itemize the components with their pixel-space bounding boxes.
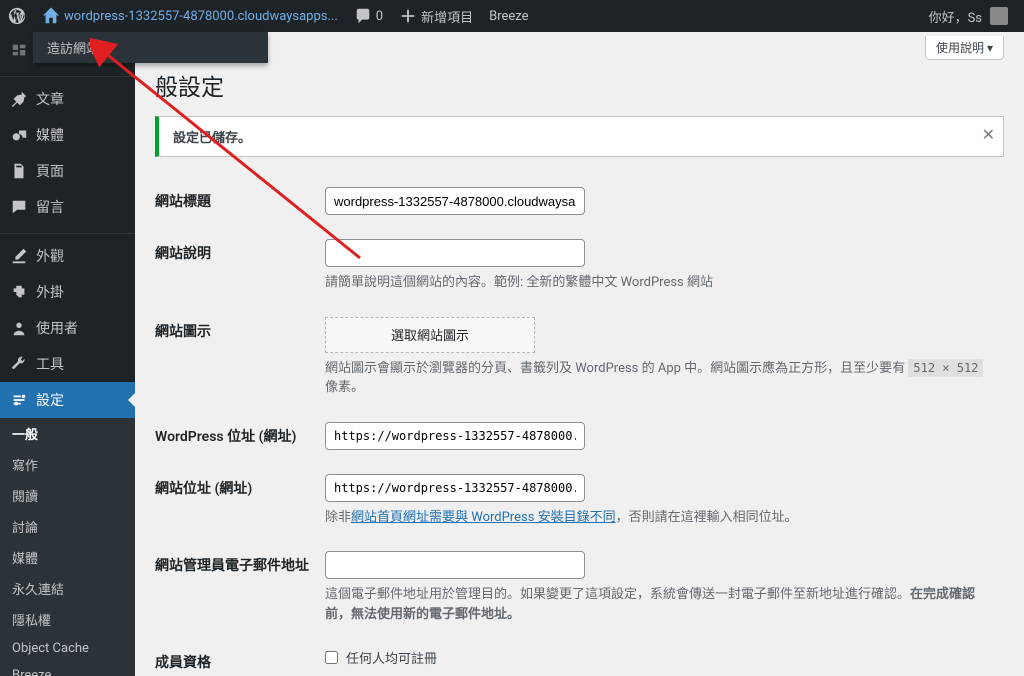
comment-icon — [10, 198, 28, 216]
breeze-menu[interactable]: Breeze — [481, 0, 536, 32]
visit-site-label: 造訪網站 — [47, 42, 99, 57]
menu-posts[interactable]: 文章 — [0, 81, 135, 117]
tagline-label: 網站說明 — [155, 227, 325, 305]
dashboard-icon — [10, 41, 28, 59]
submenu-reading[interactable]: 閱讀 — [0, 480, 135, 511]
submenu-media[interactable]: 媒體 — [0, 542, 135, 573]
plus-icon — [399, 7, 417, 25]
site-name-text: wordpress-1332557-4878000.cloudwaysapps.… — [64, 9, 338, 24]
submenu-privacy[interactable]: 隱私權 — [0, 604, 135, 635]
new-content-menu[interactable]: 新增項目 — [391, 0, 481, 32]
site-url-help-link[interactable]: 網站首頁網址需要與 WordPress 安裝目錄不同 — [351, 510, 616, 525]
greeting-text: 你好，Ss — [929, 7, 982, 26]
admin-email-label: 網站管理員電子郵件地址 — [155, 539, 325, 636]
settings-saved-notice: 設定已儲存。 ✕ — [155, 116, 1004, 157]
membership-checkbox[interactable] — [325, 651, 338, 664]
plugin-icon — [10, 283, 28, 301]
dismiss-notice-button[interactable]: ✕ — [982, 125, 995, 144]
site-icon-description: 網站圖示會顯示於瀏覽器的分頁、書籤列及 WordPress 的 App 中。網站… — [325, 359, 994, 398]
admin-email-description: 這個電子郵件地址用於管理目的。如果變更了這項設定，系統會傳送一封電子郵件至新地址… — [325, 585, 994, 624]
submenu-breeze[interactable]: Breeze — [0, 662, 135, 676]
membership-label: 成員資格 — [155, 636, 325, 676]
menu-settings[interactable]: 設定 — [0, 382, 135, 418]
admin-bar: wordpress-1332557-4878000.cloudwaysapps.… — [0, 0, 1024, 32]
wp-url-input[interactable] — [325, 422, 585, 450]
site-title-input[interactable] — [325, 187, 585, 215]
menu-plugins[interactable]: 外掛 — [0, 274, 135, 310]
comments-menu[interactable]: 0 — [346, 0, 391, 32]
home-icon — [42, 7, 60, 25]
new-content-label: 新增項目 — [421, 7, 473, 26]
site-url-input[interactable] — [325, 474, 585, 502]
pin-icon — [10, 90, 28, 108]
main-content: 使用說明 ▾ 般設定 設定已儲存。 ✕ 網站標題 網站說明 請簡單說明這個網站的… — [135, 32, 1024, 676]
site-name-menu[interactable]: wordpress-1332557-4878000.cloudwaysapps.… — [34, 0, 346, 32]
comments-count: 0 — [376, 9, 383, 24]
breeze-label: Breeze — [489, 9, 528, 24]
tagline-input[interactable] — [325, 239, 585, 267]
page-icon — [10, 162, 28, 180]
tagline-description: 請簡單說明這個網站的內容。範例: 全新的繁體中文 WordPress 網站 — [325, 273, 994, 293]
comment-icon — [354, 7, 372, 25]
help-tab[interactable]: 使用說明 ▾ — [925, 36, 1004, 60]
submenu-permalinks[interactable]: 永久連結 — [0, 573, 135, 604]
membership-check-label: 任何人均可註冊 — [346, 648, 437, 667]
site-icon-button[interactable]: 選取網站圖示 — [325, 317, 535, 353]
submenu-discussion[interactable]: 討論 — [0, 511, 135, 542]
site-url-label: 網站位址 (網址) — [155, 462, 325, 540]
wp-logo-menu[interactable] — [0, 0, 34, 32]
menu-tools[interactable]: 工具 — [0, 346, 135, 382]
submenu-object-cache[interactable]: Object Cache — [0, 635, 135, 662]
users-icon — [10, 319, 28, 337]
menu-users[interactable]: 使用者 — [0, 310, 135, 346]
menu-appearance[interactable]: 外觀 — [0, 238, 135, 274]
notice-text: 設定已儲存。 — [173, 127, 251, 146]
menu-comments[interactable]: 留言 — [0, 189, 135, 225]
wrench-icon — [10, 355, 28, 373]
submenu-writing[interactable]: 寫作 — [0, 449, 135, 480]
my-account-menu[interactable]: 你好，Ss — [921, 0, 1016, 32]
site-url-description: 除非網站首頁網址需要與 WordPress 安裝目錄不同，否則請在這裡輸入相同位… — [325, 508, 994, 528]
site-icon-label: 網站圖示 — [155, 305, 325, 410]
page-title: 般設定 — [155, 68, 1004, 102]
media-icon — [10, 126, 28, 144]
avatar-icon — [990, 7, 1008, 25]
site-title-label: 網站標題 — [155, 175, 325, 227]
admin-sidebar: 控制台 文章 媒體 頁面 留言 外觀 外掛 使用者 工具 設定 一般 寫作 閱讀 — [0, 32, 135, 676]
wp-url-label: WordPress 位址 (網址) — [155, 410, 325, 462]
menu-pages[interactable]: 頁面 — [0, 153, 135, 189]
visit-site-dropdown[interactable]: 造訪網站 — [33, 32, 268, 63]
brush-icon — [10, 247, 28, 265]
wordpress-logo-icon — [8, 7, 26, 25]
admin-email-input[interactable] — [325, 551, 585, 579]
submenu-general[interactable]: 一般 — [0, 418, 135, 449]
menu-media[interactable]: 媒體 — [0, 117, 135, 153]
settings-submenu: 一般 寫作 閱讀 討論 媒體 永久連結 隱私權 Object Cache Bre… — [0, 418, 135, 676]
settings-icon — [10, 391, 28, 409]
